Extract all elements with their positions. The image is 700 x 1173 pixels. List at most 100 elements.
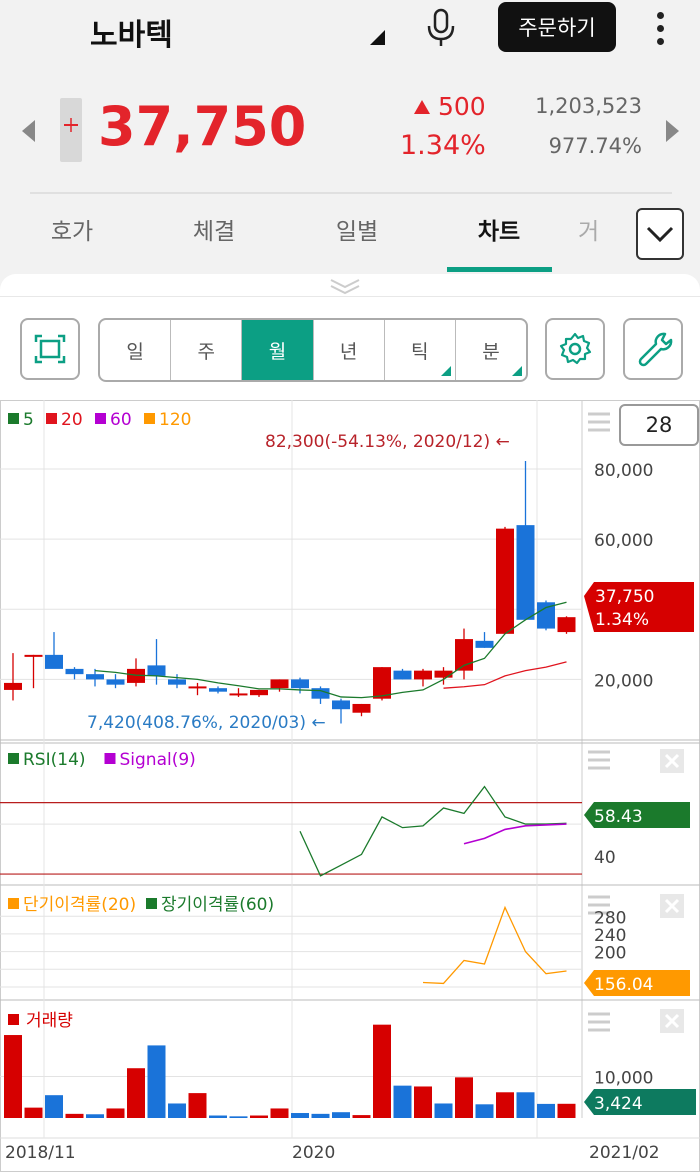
- period-minute[interactable]: 분: [456, 320, 526, 380]
- more-menu-icon[interactable]: [650, 8, 670, 48]
- volume-current-label: 3,424: [594, 1094, 643, 1114]
- volume-bar: [373, 1024, 391, 1118]
- tab-trades[interactable]: 체결: [164, 212, 264, 246]
- volume-bar: [516, 1092, 535, 1118]
- chart-tools-button[interactable]: [623, 318, 683, 380]
- candle-body: [311, 688, 330, 699]
- chart-settings-button[interactable]: [545, 318, 605, 380]
- candle-body: [352, 703, 371, 713]
- disparity-legend-label: 장기이격률(60): [161, 895, 274, 915]
- microphone-icon[interactable]: [424, 8, 458, 48]
- price-change-pct: 1.34%: [400, 130, 486, 161]
- max-price-annotation: 82,300(-54.13%, 2020/12) ←: [265, 432, 510, 452]
- candle-count-box[interactable]: 28: [619, 404, 699, 446]
- volume-legend-label: 거래량: [26, 1011, 73, 1031]
- volume-bar: [475, 1104, 494, 1118]
- wrench-icon: [638, 332, 673, 367]
- fullscreen-button[interactable]: [20, 318, 80, 380]
- price-tick-label: 60,000: [594, 531, 653, 551]
- disparity-tick-label: 200: [594, 944, 626, 964]
- period-month[interactable]: 월: [242, 320, 314, 380]
- price-tick-label: 80,000: [594, 461, 653, 481]
- collapse-chevron-icon[interactable]: [328, 277, 362, 295]
- disparity-tick-label: 280: [594, 908, 626, 928]
- volume-tick-label: 10,000: [594, 1069, 653, 1089]
- period-day[interactable]: 일: [100, 320, 172, 380]
- order-button[interactable]: 주문하기: [498, 2, 616, 52]
- volume-bar: [65, 1113, 84, 1118]
- volume-rate: 977.74%: [548, 134, 642, 158]
- trade-volume: 1,203,523: [535, 94, 642, 118]
- prev-stock-icon[interactable]: [22, 120, 35, 142]
- candle-body: [496, 528, 514, 634]
- tab-daily[interactable]: 일별: [307, 212, 407, 246]
- disparity-current-label: 156.04: [594, 975, 653, 995]
- current-price-flag-label: 37,750: [595, 587, 654, 607]
- ma-legend-label: 120: [159, 410, 191, 430]
- period-selector: 일 주 월 년 틱 분: [98, 318, 528, 382]
- volume-bar: [291, 1113, 309, 1118]
- volume-bar: [209, 1115, 227, 1118]
- volume-bar: [147, 1045, 166, 1118]
- candle-body: [45, 654, 63, 669]
- candle-body: [168, 679, 186, 685]
- disparity-legend-label: 단기이격률(20): [23, 895, 136, 915]
- panel-divider: [0, 296, 700, 297]
- candle-body: [475, 640, 494, 648]
- candle-body: [106, 679, 125, 685]
- volume-bar: [24, 1107, 43, 1118]
- up-triangle-icon: [414, 100, 430, 114]
- volume-bar: [434, 1103, 453, 1118]
- rsi-legend-label: RSI(14): [23, 750, 86, 770]
- volume-bar: [393, 1085, 412, 1118]
- rsi-legend-swatch: [8, 753, 19, 764]
- rsi-current-label: 58.43: [594, 807, 643, 827]
- volume-bar: [537, 1103, 555, 1118]
- x-tick-label: 2018/11: [5, 1143, 76, 1163]
- fullscreen-icon: [34, 334, 66, 364]
- disparity-legend-swatch: [146, 898, 157, 909]
- ma-legend-label: 60: [110, 410, 132, 430]
- candle-body: [209, 688, 227, 692]
- candle-body: [4, 682, 22, 690]
- divider: [30, 192, 672, 194]
- period-week[interactable]: 주: [171, 320, 243, 380]
- tab-chart[interactable]: 차트: [449, 212, 549, 246]
- stock-dropdown-icon[interactable]: [370, 30, 385, 45]
- period-year[interactable]: 년: [314, 320, 385, 380]
- volume-bar: [270, 1108, 289, 1118]
- volume-bar: [250, 1115, 268, 1118]
- rsi-legend-label: Signal(9): [120, 750, 196, 770]
- candle-body: [291, 679, 309, 689]
- min-price-annotation: 7,420(408.76%, 2020/03) ←: [87, 713, 326, 733]
- tab-expand-button[interactable]: [636, 208, 684, 260]
- volume-bar: [86, 1114, 104, 1118]
- tab-orderbook[interactable]: 호가: [22, 212, 122, 246]
- gear-icon: [559, 332, 592, 365]
- current-pct-flag-label: 1.34%: [595, 610, 649, 630]
- rsi-tick-label: 40: [594, 848, 616, 868]
- chart-area[interactable]: 20,000 60,000 80,000 5 20 60 120 82,300(-54.13%…: [0, 400, 700, 1173]
- candle-body: [557, 617, 576, 633]
- disparity-legend-swatch: [8, 898, 19, 909]
- ma-legend-swatch: [46, 413, 57, 424]
- candle-body: [86, 674, 104, 680]
- volume-bar: [311, 1113, 330, 1118]
- volume-bar: [168, 1103, 186, 1118]
- tab-more-partial[interactable]: 거: [578, 212, 628, 246]
- volume-bar: [4, 1035, 22, 1118]
- rsi-legend-swatch: [104, 753, 116, 764]
- candle-body: [373, 667, 391, 699]
- ma-legend-label: 20: [61, 410, 83, 430]
- candle-body: [270, 679, 289, 689]
- ma-legend-swatch: [8, 413, 19, 424]
- candle-body: [147, 665, 166, 676]
- volume-bar: [106, 1108, 125, 1118]
- next-stock-icon[interactable]: [666, 120, 679, 142]
- period-tick[interactable]: 틱: [385, 320, 456, 380]
- stock-name[interactable]: 노바텍: [90, 10, 173, 54]
- volume-bar: [496, 1092, 514, 1118]
- candle-body: [516, 525, 535, 620]
- volume-bar: [332, 1112, 350, 1118]
- volume-bar: [45, 1095, 63, 1118]
